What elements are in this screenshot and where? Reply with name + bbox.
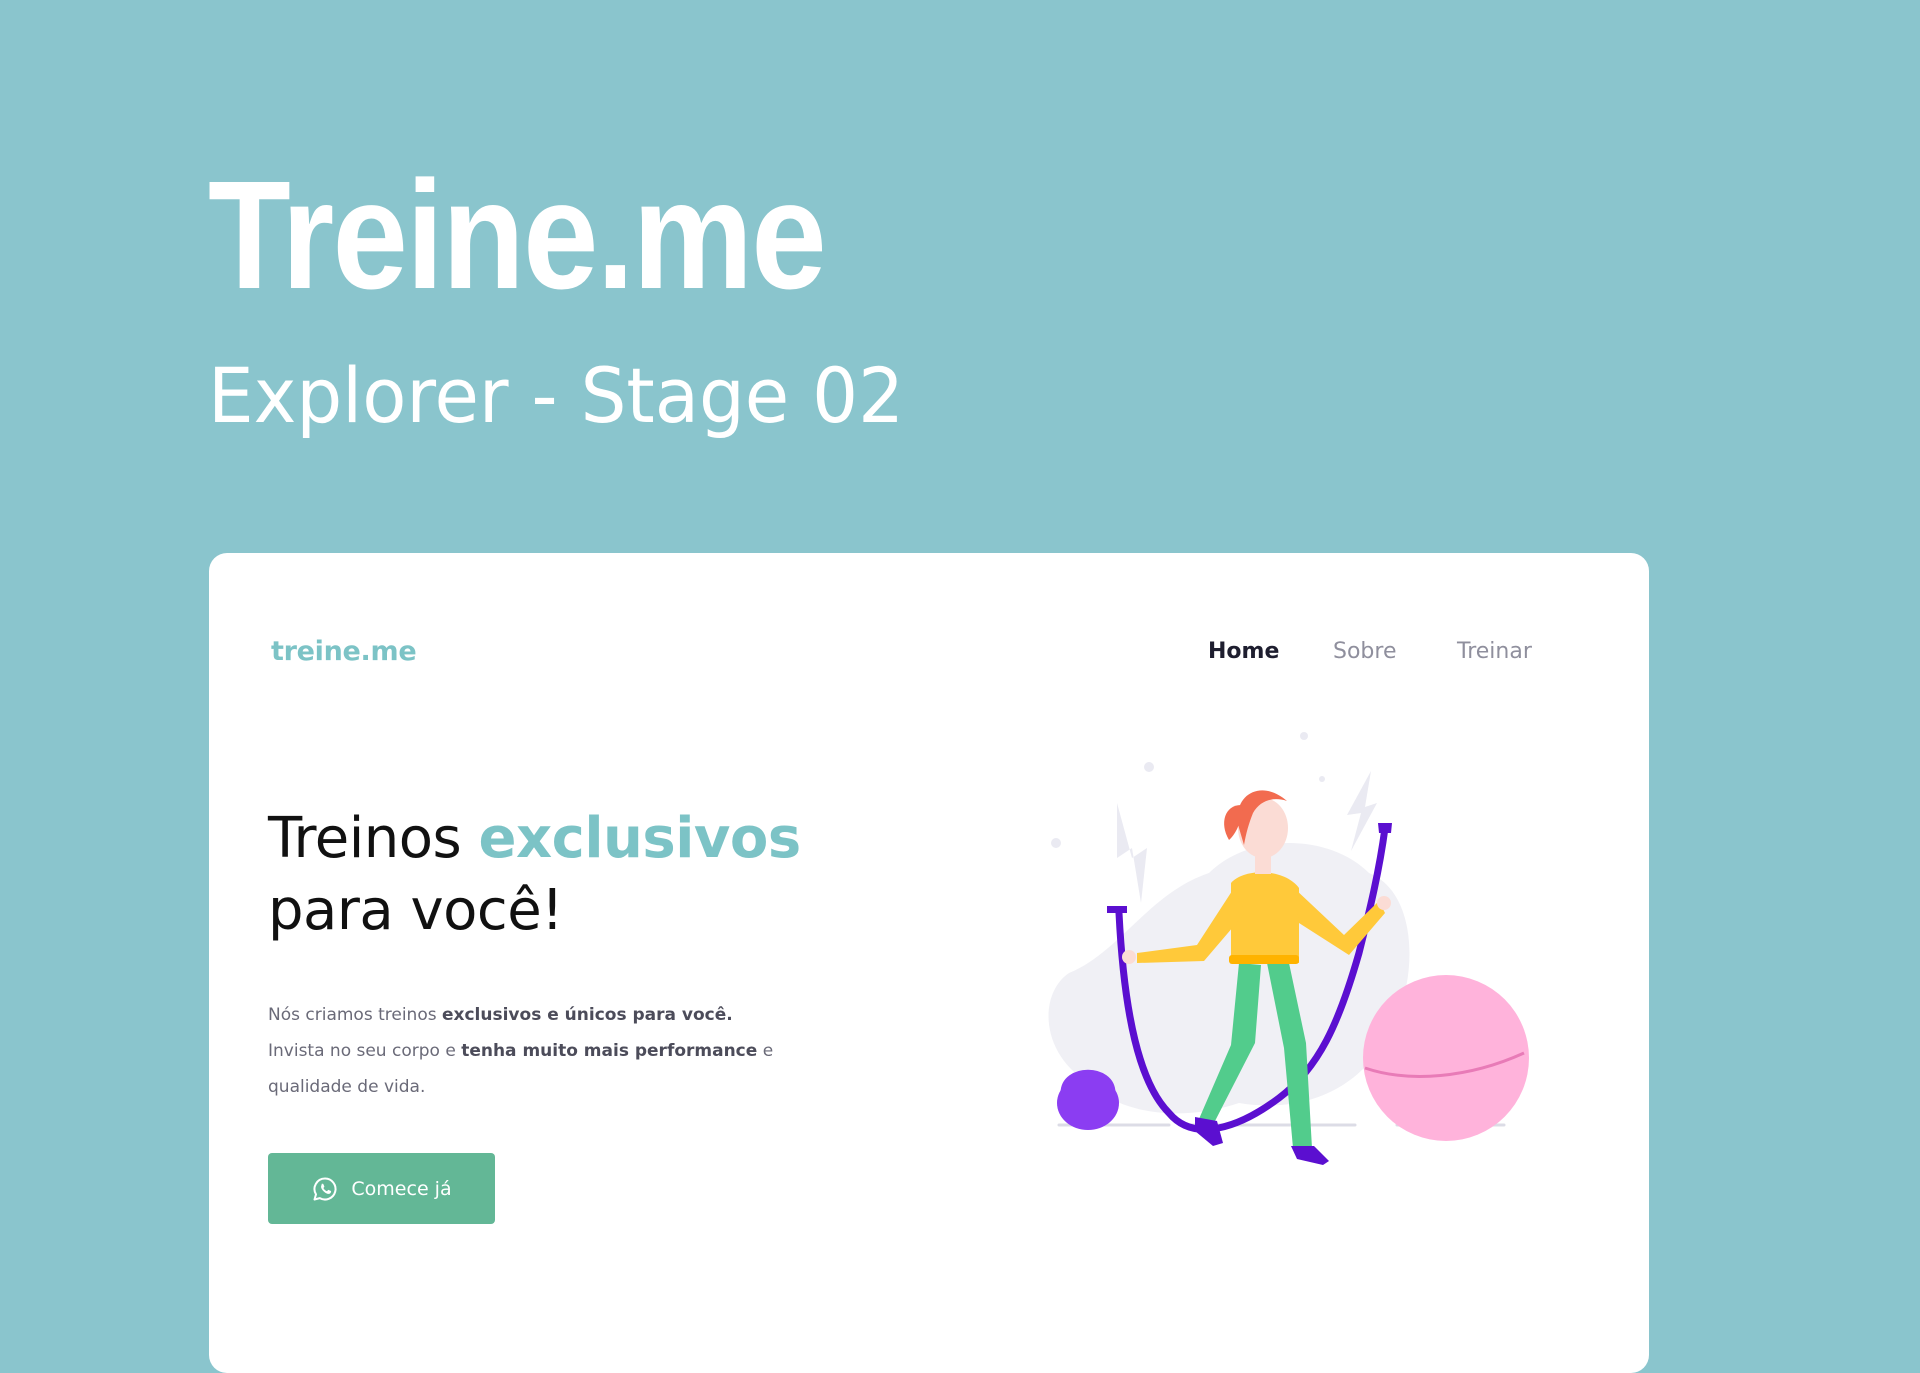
cta-label: Comece já	[351, 1177, 452, 1200]
brand-logo[interactable]: treine.me	[271, 636, 417, 667]
headline-text-2: para você!	[268, 878, 564, 943]
description-text-2: Invista no seu corpo e	[268, 1041, 462, 1061]
nav-sobre-link[interactable]: Sobre	[1333, 639, 1397, 664]
cover-subtitle: Explorer - Stage 02	[208, 351, 905, 440]
website-preview-card: treine.me Home Sobre Treinar Treinos exc…	[209, 553, 1649, 1373]
cover-title: Treine.me	[208, 149, 827, 321]
kettlebell-body	[1057, 1076, 1119, 1130]
sparkle-dot	[1300, 732, 1308, 740]
headline-text-1: Treinos	[268, 806, 479, 871]
description-bold-1: exclusivos e únicos para você.	[441, 1005, 733, 1025]
sparkle-dot	[1144, 762, 1154, 772]
nav-treinar-link[interactable]: Treinar	[1457, 639, 1532, 664]
whatsapp-icon	[313, 1176, 337, 1200]
exercise-ball	[1363, 975, 1529, 1141]
rope-handle-right	[1378, 823, 1392, 833]
shirt	[1231, 872, 1299, 963]
sparkle-dot	[1319, 776, 1325, 782]
left-shoe	[1195, 1117, 1223, 1146]
lightning-left-icon	[1117, 803, 1147, 903]
neck	[1255, 856, 1271, 874]
rope-handle-left	[1107, 906, 1127, 913]
sparkle-dot	[1051, 838, 1061, 848]
nav-home-link[interactable]: Home	[1208, 639, 1279, 664]
jump-rope-illustration	[1048, 732, 1529, 1165]
description-bold-2: tenha muito mais performance	[461, 1041, 758, 1061]
hero-headline: Treinos exclusivos para você!	[268, 803, 801, 947]
left-hand	[1122, 950, 1136, 964]
hero-description: Nós criamos treinos exclusivos e únicos …	[268, 997, 828, 1105]
comece-ja-button[interactable]: Comece já	[268, 1153, 495, 1224]
right-hand	[1377, 896, 1391, 910]
headline-accent: exclusivos	[478, 806, 802, 871]
right-shoe	[1291, 1146, 1329, 1165]
description-text-1: Nós criamos treinos	[268, 1005, 442, 1025]
lightning-right-icon	[1347, 771, 1377, 851]
belt	[1229, 955, 1299, 964]
